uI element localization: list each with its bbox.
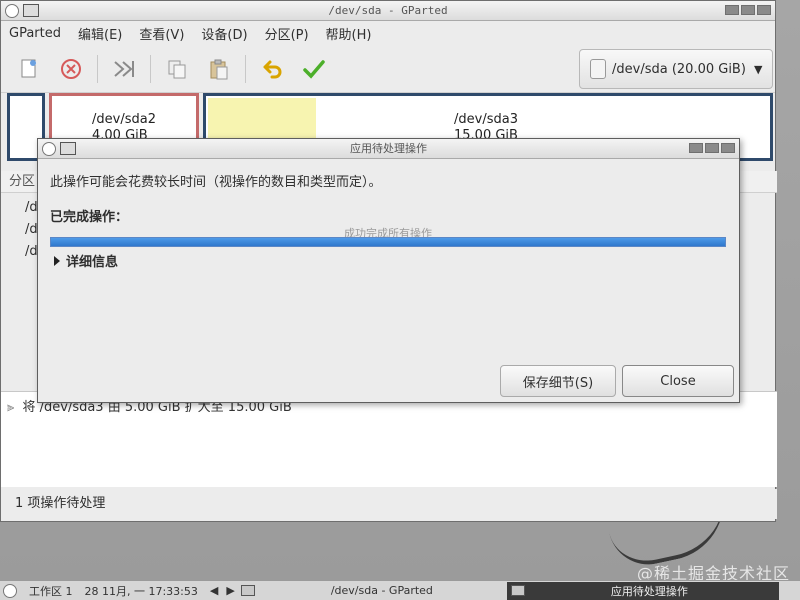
- toolbar-separator: [150, 54, 151, 83]
- app-icon: [23, 4, 39, 17]
- close-button[interactable]: Close: [622, 365, 734, 397]
- menubar: GParted 编辑(E) 查看(V) 设备(D) 分区(P) 帮助(H): [1, 21, 775, 45]
- copy-button[interactable]: [161, 53, 193, 85]
- window-menu-icon[interactable]: [5, 4, 19, 18]
- details-expander[interactable]: 详细信息: [54, 251, 118, 270]
- resize-move-button[interactable]: [108, 53, 140, 85]
- progress-bar-fill: [51, 238, 725, 246]
- table-row[interactable]: /d: [25, 241, 38, 263]
- window-controls: [725, 5, 771, 15]
- taskbar-task-apply-dialog[interactable]: 应用待处理操作: [506, 581, 779, 600]
- toolbar-separator: [97, 54, 98, 83]
- menu-partition[interactable]: 分区(P): [265, 24, 309, 43]
- paste-button[interactable]: [203, 53, 235, 85]
- undo-icon: [263, 60, 282, 78]
- menu-help[interactable]: 帮助(H): [326, 24, 372, 43]
- progress-bar: [50, 237, 726, 247]
- minimize-button[interactable]: [725, 5, 739, 15]
- dialog-window-controls: [689, 143, 735, 153]
- device-selector-value: /dev/sda (20.00 GiB): [612, 61, 746, 77]
- completed-operations-label: 已完成操作：: [50, 210, 129, 225]
- toolbar: /dev/sda (20.00 GiB) ▼: [1, 45, 775, 93]
- save-details-button[interactable]: 保存细节(S): [500, 365, 616, 397]
- taskbar: 工作区 1 28 11月, 一 17:33:53 ◀ ▶ /dev/sda - …: [0, 580, 800, 600]
- status-text: 1 项操作待处理: [15, 496, 106, 511]
- dialog-maximize-button[interactable]: [705, 143, 719, 153]
- workspace-prev-icon[interactable]: ◀: [204, 581, 224, 600]
- apply-button[interactable]: [298, 53, 330, 85]
- delete-icon: [61, 58, 81, 79]
- new-partition-button[interactable]: [13, 53, 45, 85]
- partition-column-header: 分区: [9, 174, 36, 189]
- system-menu-icon[interactable]: [3, 583, 17, 598]
- expander-arrow-icon: [54, 255, 60, 266]
- dialog-window-menu-icon[interactable]: [42, 142, 56, 156]
- partition-table: /d /d /d: [25, 197, 38, 263]
- dialog-message: 此操作可能会花费较长时间（视操作的数目和类型而定）。: [50, 175, 382, 190]
- menu-device[interactable]: 设备(D): [201, 24, 247, 43]
- table-row[interactable]: /d: [25, 197, 38, 219]
- taskbar-task-1-label: /dev/sda - GParted: [330, 584, 433, 597]
- menu-gparted[interactable]: GParted: [9, 26, 61, 41]
- toolbar-separator: [245, 54, 246, 83]
- statusbar: 1 项操作待处理: [1, 489, 777, 519]
- delete-partition-button[interactable]: [55, 53, 87, 85]
- workspace-indicator[interactable]: 工作区 1: [23, 581, 79, 600]
- main-titlebar[interactable]: /dev/sda - GParted: [1, 1, 775, 21]
- undo-button[interactable]: [256, 53, 288, 85]
- menu-view[interactable]: 查看(V): [139, 24, 184, 43]
- dialog-title: 应用待处理操作: [350, 142, 427, 155]
- resize-operation-icon: ⫸: [7, 400, 15, 415]
- apply-operations-dialog: 应用待处理操作 此操作可能会花费较长时间（视操作的数目和类型而定）。 已完成操作…: [37, 138, 740, 403]
- partition-sda2-name: /dev/sda2: [92, 112, 156, 127]
- maximize-button[interactable]: [741, 5, 755, 15]
- menu-edit[interactable]: 编辑(E): [78, 24, 122, 43]
- dialog-titlebar[interactable]: 应用待处理操作: [38, 139, 739, 159]
- table-row[interactable]: /d: [25, 219, 38, 241]
- disk-icon: [590, 59, 606, 79]
- task-app-icon: [510, 585, 525, 596]
- device-selector[interactable]: /dev/sda (20.00 GiB) ▼: [579, 49, 773, 89]
- partition-sda3-name: /dev/sda3: [454, 112, 518, 127]
- taskbar-task-2-label: 应用待处理操作: [610, 584, 688, 598]
- taskbar-task-gparted[interactable]: /dev/sda - GParted: [237, 582, 503, 600]
- main-window-title: /dev/sda - GParted: [328, 4, 448, 17]
- close-window-button[interactable]: [757, 5, 771, 15]
- dialog-app-icon: [60, 142, 76, 155]
- dialog-close-window-button[interactable]: [721, 143, 735, 153]
- task-app-icon: [240, 585, 255, 596]
- details-label: 详细信息: [66, 255, 119, 270]
- workspace-next-icon[interactable]: ▶: [224, 581, 236, 600]
- resize-move-icon: [114, 60, 134, 77]
- checkmark-icon: [303, 59, 325, 79]
- pending-operations-panel: ⫸ 将 /dev/sda3 由 5.00 GiB 扩大至 15.00 GiB: [1, 391, 777, 487]
- new-partition-icon: [21, 59, 36, 77]
- clock: 28 11月, 一 17:33:53: [84, 584, 198, 598]
- paste-icon: [210, 59, 228, 79]
- dialog-minimize-button[interactable]: [689, 143, 703, 153]
- copy-icon: [168, 60, 186, 78]
- chevron-down-icon: ▼: [753, 62, 763, 76]
